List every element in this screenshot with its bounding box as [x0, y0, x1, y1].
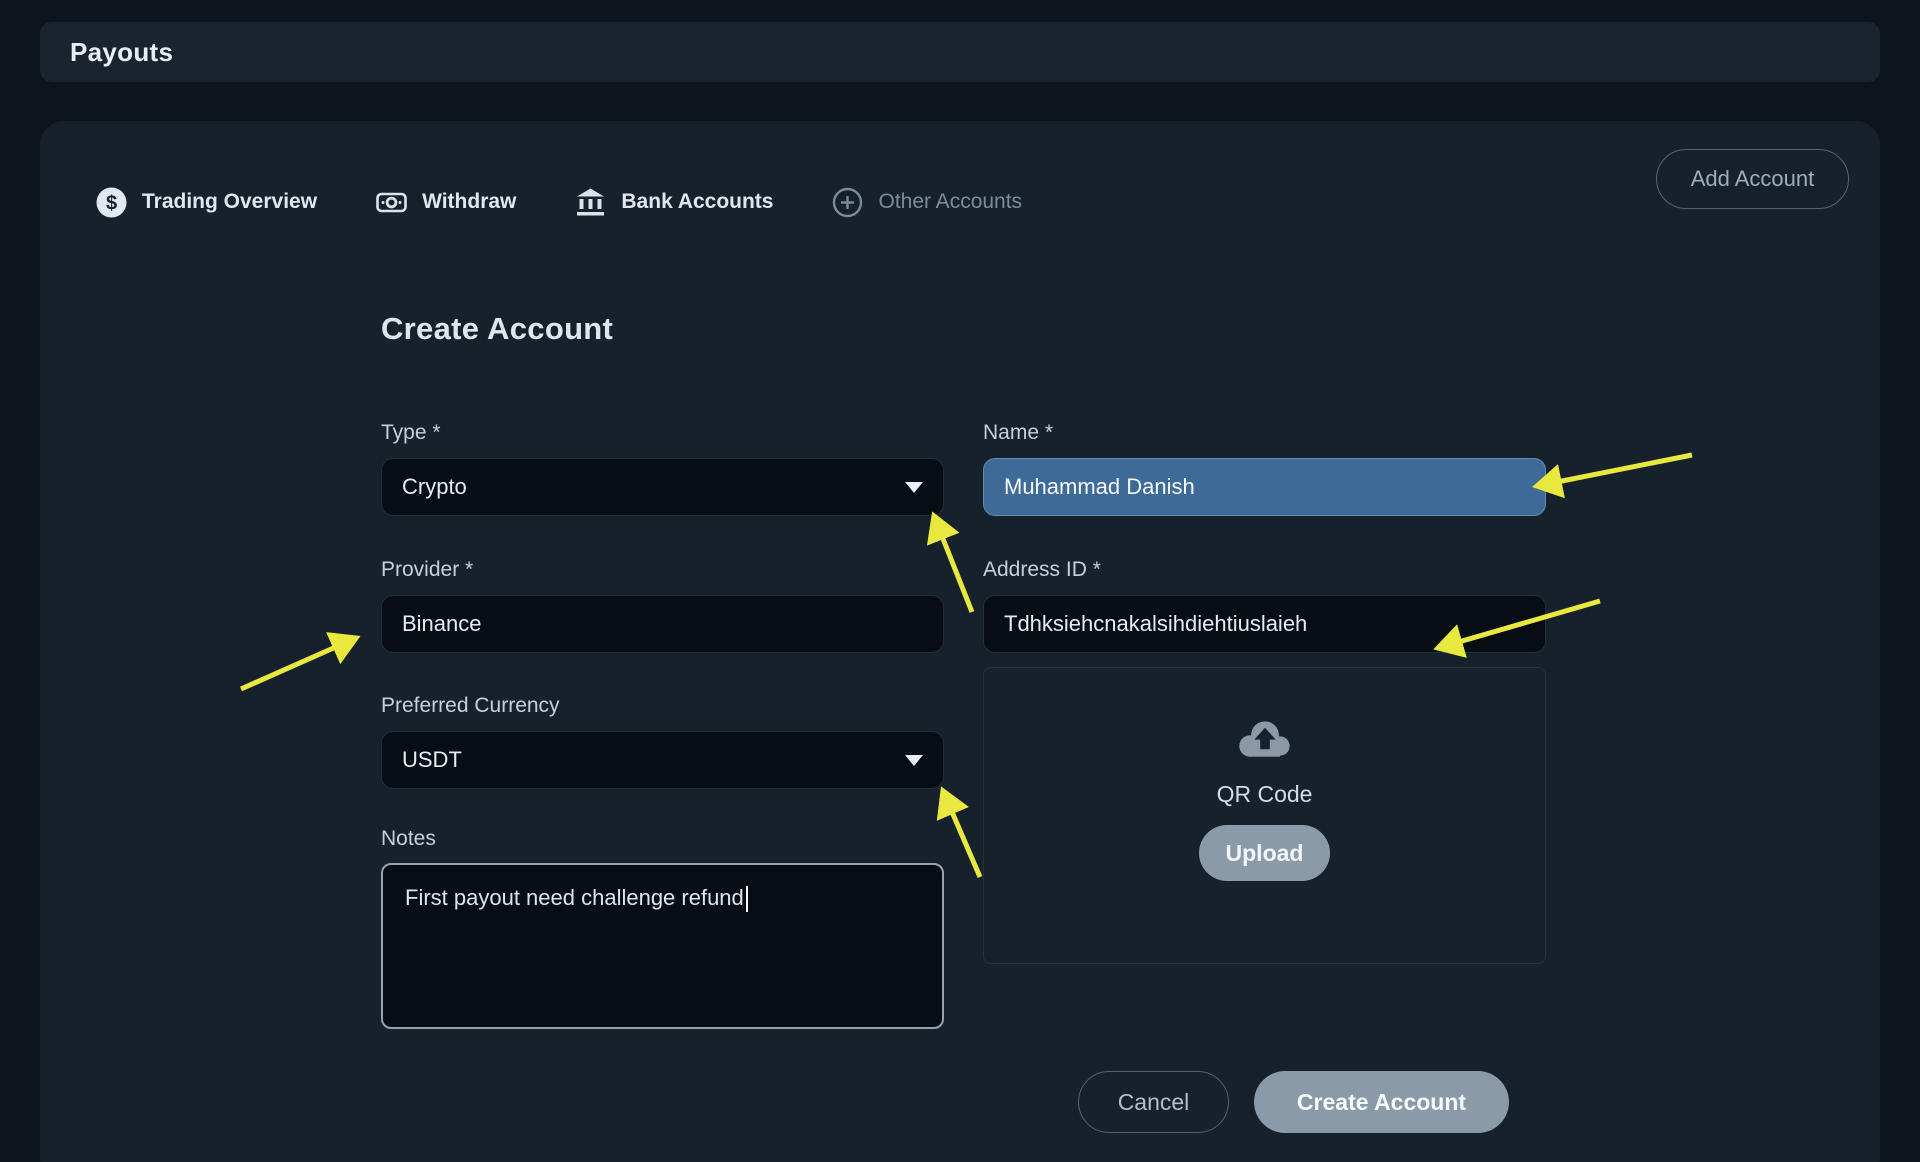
notes-value: First payout need challenge refund	[405, 885, 744, 910]
preferred-currency-value: USDT	[402, 747, 462, 773]
banknote-icon	[376, 187, 407, 218]
address-id-label: Address ID *	[983, 558, 1101, 582]
provider-value: Binance	[402, 611, 482, 637]
tab-bank-accounts[interactable]: Bank Accounts	[575, 187, 773, 218]
tab-label: Other Accounts	[878, 190, 1022, 214]
tab-withdraw[interactable]: Withdraw	[376, 187, 516, 218]
type-label: Type *	[381, 421, 441, 445]
name-value: Muhammad Danish	[1004, 474, 1195, 500]
preferred-currency-select[interactable]: USDT	[381, 731, 944, 789]
create-account-button[interactable]: Create Account	[1254, 1071, 1509, 1133]
upload-button[interactable]: Upload	[1199, 825, 1330, 881]
page-header: Payouts	[40, 22, 1880, 82]
account-tabs: $ Trading Overview Withdraw	[96, 181, 1022, 223]
provider-input[interactable]: Binance	[381, 595, 944, 653]
cloud-upload-icon	[1235, 716, 1295, 761]
bank-icon	[575, 187, 606, 218]
add-account-button[interactable]: Add Account	[1656, 149, 1849, 209]
qr-code-dropzone[interactable]: QR Code Upload	[983, 667, 1546, 964]
plus-circle-icon	[832, 187, 863, 218]
tab-other-accounts[interactable]: Other Accounts	[832, 187, 1022, 218]
chevron-down-icon	[905, 755, 923, 766]
chevron-down-icon	[905, 482, 923, 493]
address-id-input[interactable]: Tdhksiehcnakalsihdiehtiuslaieh	[983, 595, 1546, 653]
tab-trading-overview[interactable]: $ Trading Overview	[96, 187, 317, 218]
text-cursor	[746, 886, 748, 912]
tab-label: Withdraw	[422, 190, 516, 214]
svg-text:$: $	[106, 192, 117, 214]
name-label: Name *	[983, 421, 1053, 445]
qr-code-label: QR Code	[1217, 781, 1313, 808]
tab-label: Trading Overview	[142, 190, 317, 214]
page-title: Payouts	[70, 37, 173, 68]
name-input[interactable]: Muhammad Danish	[983, 458, 1546, 516]
payouts-screen: Payouts $ Trading Overview Withdraw	[0, 0, 1920, 1162]
payouts-card: $ Trading Overview Withdraw	[40, 121, 1880, 1162]
provider-label: Provider *	[381, 558, 473, 582]
type-select[interactable]: Crypto	[381, 458, 944, 516]
cancel-button[interactable]: Cancel	[1078, 1071, 1229, 1133]
form-title: Create Account	[381, 311, 613, 347]
address-id-value: Tdhksiehcnakalsihdiehtiuslaieh	[1004, 611, 1307, 637]
preferred-currency-label: Preferred Currency	[381, 694, 560, 718]
type-value: Crypto	[402, 474, 467, 500]
notes-label: Notes	[381, 827, 436, 851]
notes-textarea[interactable]: First payout need challenge refund	[381, 863, 944, 1029]
dollar-circle-icon: $	[96, 187, 127, 218]
tab-label: Bank Accounts	[621, 190, 773, 214]
